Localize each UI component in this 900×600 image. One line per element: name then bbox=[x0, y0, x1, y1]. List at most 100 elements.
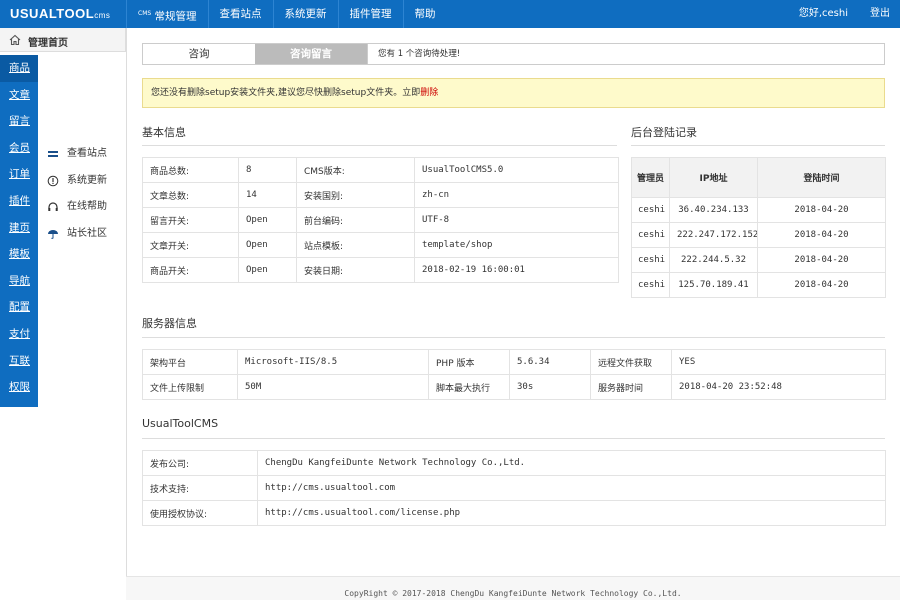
table-cell: 安装国别: bbox=[296, 182, 415, 208]
table-cell: UTF-8 bbox=[414, 207, 619, 233]
sidebar-item-config[interactable]: 配置 bbox=[0, 294, 38, 321]
logout-link[interactable]: 登出 bbox=[870, 0, 890, 28]
consult-tabs: 咨询 咨询留言 您有 1 个咨询待处理! bbox=[142, 43, 885, 65]
table-cell: Open bbox=[238, 257, 297, 283]
table-row: 技术支持: http://cms.usualtool.com bbox=[142, 475, 886, 501]
table-cell: 商品总数: bbox=[142, 157, 239, 183]
sidebar-item-goods[interactable]: 商品 bbox=[0, 55, 38, 82]
table-cell: YES bbox=[671, 349, 886, 375]
support-link[interactable]: http://cms.usualtool.com bbox=[257, 475, 886, 501]
table-row: ceshi 125.70.189.41 2018-04-20 bbox=[631, 272, 886, 298]
submenu-label: 站长社区 bbox=[67, 227, 107, 239]
table-cell: 8 bbox=[238, 157, 297, 183]
about-title: UsualToolCMS bbox=[142, 417, 219, 430]
table-cell: ceshi bbox=[631, 247, 670, 273]
submenu-online-help[interactable]: 在线帮助 bbox=[38, 194, 126, 221]
sidebar: 商品 文章 留言 会员 订单 插件 建页 模板 导航 配置 支付 互联 权限 bbox=[0, 55, 38, 407]
table-row: 留言开关: Open 前台编码: UTF-8 bbox=[142, 207, 619, 233]
topnav-help[interactable]: 帮助 bbox=[402, 0, 447, 28]
table-cell: ceshi bbox=[631, 272, 670, 298]
sidebar-item-pages[interactable]: 建页 bbox=[0, 215, 38, 242]
basic-info-table: 商品总数: 8 CMS版本: UsualToolCMS5.0 文章总数: 14 … bbox=[142, 157, 619, 283]
table-row: ceshi 222.244.5.32 2018-04-20 bbox=[631, 247, 886, 273]
topnav-view-site[interactable]: 查看站点 bbox=[207, 0, 273, 28]
table-cell: 远程文件获取 bbox=[590, 349, 672, 375]
table-row: ceshi 36.40.234.133 2018-04-20 bbox=[631, 197, 886, 223]
table-cell: Microsoft-IIS/8.5 bbox=[237, 349, 429, 375]
submenu-view-site[interactable]: 查看站点 bbox=[38, 141, 126, 168]
home-label: 管理首页 bbox=[28, 38, 68, 49]
sidebar-item-permissions[interactable]: 权限 bbox=[0, 374, 38, 401]
table-row: 使用授权协议: http://cms.usualtool.com/license… bbox=[142, 500, 886, 526]
table-cell: ChengDu KangfeiDunte Network Technology … bbox=[257, 450, 886, 476]
submenu-webmaster-community[interactable]: 站长社区 bbox=[38, 221, 126, 248]
table-cell: 服务器时间 bbox=[590, 374, 672, 400]
table-row: 商品总数: 8 CMS版本: UsualToolCMS5.0 bbox=[142, 157, 619, 183]
table-cell: 2018-02-19 16:00:01 bbox=[414, 257, 619, 283]
license-link[interactable]: http://cms.usualtool.com/license.php bbox=[257, 500, 886, 526]
left-panel bbox=[38, 55, 126, 575]
sidebar-item-templates[interactable]: 模板 bbox=[0, 241, 38, 268]
footer-copyright: CopyRight © 2017-2018 ChengDu KangfeiDun… bbox=[126, 576, 900, 600]
table-cell: 前台编码: bbox=[296, 207, 415, 233]
topnav-plugin-management[interactable]: 插件管理 bbox=[337, 0, 403, 28]
sidebar-item-orders[interactable]: 订单 bbox=[0, 161, 38, 188]
table-cell: 架构平台 bbox=[142, 349, 238, 375]
warning-text: 您还没有删除setup安装文件夹,建议您尽快删除setup文件夹。立即 bbox=[151, 88, 421, 98]
table-cell: Open bbox=[238, 207, 297, 233]
sidebar-item-payment[interactable]: 支付 bbox=[0, 321, 38, 348]
submenu-label: 查看站点 bbox=[67, 148, 107, 159]
table-cell: Open bbox=[238, 232, 297, 258]
column-header: IP地址 bbox=[669, 157, 758, 198]
table-cell: 文章开关: bbox=[142, 232, 239, 258]
sidebar-item-connect[interactable]: 互联 bbox=[0, 348, 38, 375]
monitor-icon bbox=[48, 151, 58, 158]
headphones-icon bbox=[48, 202, 58, 212]
table-cell: UsualToolCMS5.0 bbox=[414, 157, 619, 183]
table-cell: 30s bbox=[509, 374, 591, 400]
basic-info-title: 基本信息 bbox=[142, 126, 186, 139]
table-cell: 商品开关: bbox=[142, 257, 239, 283]
tab-consult-messages[interactable]: 咨询留言 bbox=[255, 44, 367, 64]
table-row: ceshi 222.247.172.152 2018-04-20 bbox=[631, 222, 886, 248]
table-cell: 文章总数: bbox=[142, 182, 239, 208]
table-row: 文章开关: Open 站点模板: template/shop bbox=[142, 232, 619, 258]
pending-consult-message: 您有 1 个咨询待处理! bbox=[367, 44, 884, 64]
login-records-title: 后台登陆记录 bbox=[631, 126, 697, 139]
about-table: 发布公司: ChengDu KangfeiDunte Network Techn… bbox=[142, 450, 886, 526]
table-cell: 2018-04-20 bbox=[757, 272, 886, 298]
sidebar-item-plugins[interactable]: 插件 bbox=[0, 188, 38, 215]
server-info-table: 架构平台 Microsoft-IIS/8.5 PHP 版本 5.6.34 远程文… bbox=[142, 349, 886, 400]
top-nav: CMS 常规管理 查看站点 系统更新 插件管理 帮助 bbox=[126, 0, 447, 28]
sidebar-item-messages[interactable]: 留言 bbox=[0, 108, 38, 135]
table-cell: 站点模板: bbox=[296, 232, 415, 258]
sidebar-item-navigation[interactable]: 导航 bbox=[0, 268, 38, 295]
sidebar-item-articles[interactable]: 文章 bbox=[0, 82, 38, 109]
server-info-title: 服务器信息 bbox=[142, 317, 197, 330]
table-header-row: 管理员 IP地址 登陆时间 bbox=[631, 157, 886, 198]
topnav-regular-management[interactable]: CMS 常规管理 bbox=[126, 0, 208, 28]
table-cell: 2018-04-20 bbox=[757, 197, 886, 223]
table-cell: 5.6.34 bbox=[509, 349, 591, 375]
tab-consult[interactable]: 咨询 bbox=[143, 44, 255, 64]
sidebar-item-members[interactable]: 会员 bbox=[0, 135, 38, 162]
table-cell: 文件上传限制 bbox=[142, 374, 238, 400]
delete-setup-link[interactable]: 删除 bbox=[420, 88, 438, 98]
divider bbox=[142, 145, 617, 146]
logo[interactable]: USUALTOOLcms bbox=[10, 6, 110, 21]
login-records-table: 管理员 IP地址 登陆时间 ceshi 36.40.234.133 2018-0… bbox=[631, 157, 886, 298]
table-cell: 222.247.172.152 bbox=[669, 222, 758, 248]
table-cell: 脚本最大执行 bbox=[428, 374, 510, 400]
table-row: 文件上传限制 50M 脚本最大执行 30s 服务器时间 2018-04-20 2… bbox=[142, 374, 886, 400]
table-cell: 技术支持: bbox=[142, 475, 258, 501]
table-cell: 2018-04-20 bbox=[757, 247, 886, 273]
column-header: 登陆时间 bbox=[757, 157, 886, 198]
divider bbox=[142, 337, 885, 338]
topnav-system-update[interactable]: 系统更新 bbox=[272, 0, 338, 28]
submenu-system-update[interactable]: 系统更新 bbox=[38, 168, 126, 195]
user-greeting: 您好,ceshi bbox=[798, 8, 848, 19]
table-cell: 50M bbox=[237, 374, 429, 400]
home-bar[interactable]: 管理首页 bbox=[0, 28, 126, 52]
table-row: 文章总数: 14 安装国别: zh-cn bbox=[142, 182, 619, 208]
table-cell: 125.70.189.41 bbox=[669, 272, 758, 298]
